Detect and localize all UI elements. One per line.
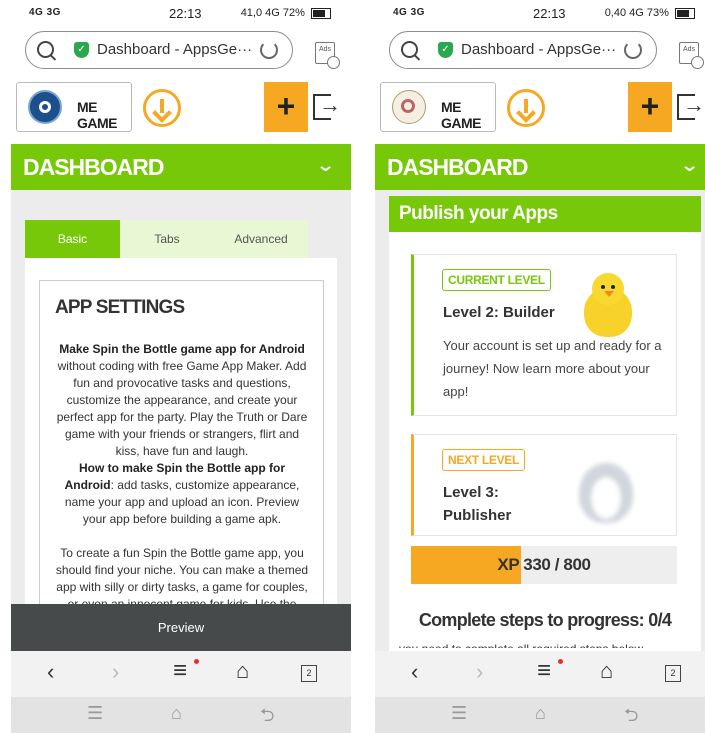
status-time: 22:13	[533, 6, 566, 21]
menu-icon[interactable]: ≡	[537, 657, 551, 685]
tab-tabs[interactable]: Tabs	[120, 220, 214, 258]
logo-text: ME GAME	[441, 99, 482, 131]
home-icon[interactable]: ⌂	[236, 658, 249, 684]
back-icon[interactable]: ‹	[47, 659, 54, 685]
publish-apps-title: Publish your Apps	[389, 196, 701, 232]
shield-icon: ✓	[74, 42, 89, 58]
search-icon	[37, 41, 54, 58]
back-system-icon[interactable]: ⮌	[260, 703, 274, 733]
app-settings-heading: APP SETTINGS	[55, 297, 185, 318]
signal-indicator: 4G 3G	[29, 7, 61, 18]
tab-count-icon[interactable]: 2	[301, 665, 317, 682]
dashboard-bar[interactable]: DASHBOARD ⌄	[375, 144, 705, 190]
next-level-name: Level 3: Publisher	[443, 484, 512, 524]
battery-icon	[311, 7, 331, 19]
signal-indicator: 4G 3G	[393, 7, 425, 18]
add-app-button[interactable]: +	[264, 82, 308, 132]
back-system-icon[interactable]: ⮌	[624, 703, 638, 733]
settings-panel: APP SETTINGS Make Spin the Bottle game a…	[25, 258, 337, 660]
app-header: ME GAME +	[11, 74, 351, 144]
ads-block-icon[interactable]: Ads	[315, 42, 340, 69]
tab-advanced[interactable]: Advanced	[214, 220, 308, 258]
net-speed: 41,0	[240, 7, 263, 19]
app-logo[interactable]: ME GAME	[16, 82, 132, 132]
app-header: ME GAME +	[375, 74, 705, 144]
browser-url-bar: ✓ Dashboard - AppsGe··· Ads	[375, 28, 705, 74]
next-level-badge: NEXT LEVEL	[442, 449, 526, 471]
chevron-down-icon[interactable]: ⌄	[316, 155, 336, 176]
battery-icon	[675, 7, 695, 19]
preview-button[interactable]: Preview	[11, 604, 351, 651]
penguin-icon	[579, 455, 633, 523]
battery-percent: 72%	[282, 7, 305, 19]
reload-icon[interactable]	[624, 41, 642, 59]
seal-logo-icon	[392, 90, 426, 124]
tab-basic[interactable]: Basic	[25, 220, 120, 258]
url-text: Dashboard - AppsGe···	[97, 41, 253, 58]
chick-icon	[576, 269, 640, 341]
logo-text: ME GAME	[77, 99, 118, 131]
browser-bottom-nav: ‹ › ≡ ⌂ 2	[11, 651, 351, 697]
ads-block-icon[interactable]: Ads	[679, 42, 704, 69]
download-icon[interactable]	[507, 89, 545, 127]
chevron-down-icon[interactable]: ⌄	[680, 155, 700, 176]
notification-dot	[558, 659, 563, 664]
settings-tabs: Basic Tabs Advanced	[25, 220, 308, 258]
search-icon	[401, 41, 418, 58]
system-nav-bar: ☰ ⌂ ⮌	[375, 697, 705, 733]
dashboard-title: DASHBOARD	[387, 154, 528, 180]
battery-percent: 73%	[646, 7, 669, 19]
forward-icon[interactable]: ›	[112, 659, 119, 685]
status-time: 22:13	[169, 6, 202, 21]
xp-progress-bar: XP 330 / 800	[411, 546, 677, 584]
logout-icon[interactable]	[313, 92, 341, 120]
app-logo[interactable]: ME GAME	[380, 82, 496, 132]
forward-icon[interactable]: ›	[476, 659, 483, 685]
add-app-button[interactable]: +	[628, 82, 672, 132]
status-bar: 4G 3G 22:13 41,0 4G 72%	[11, 0, 351, 28]
next-level-card: NEXT LEVEL Level 3: Publisher	[411, 434, 677, 536]
publish-apps-panel: Publish your Apps CURRENT LEVEL Level 2:…	[389, 196, 701, 666]
steps-progress-heading: Complete steps to progress: 0/4	[418, 610, 672, 630]
xp-progress-text: XP 330 / 800	[497, 555, 591, 574]
tab-count-icon[interactable]: 2	[665, 665, 681, 682]
left-phone-screen: 4G 3G 22:13 41,0 4G 72% ✓ Dashboard - Ap…	[11, 0, 351, 733]
browser-url-bar: ✓ Dashboard - AppsGe··· Ads	[11, 28, 351, 74]
logout-icon[interactable]	[677, 92, 705, 120]
net-speed: 0,40	[604, 7, 627, 19]
current-level-description: Your account is set up and ready for a j…	[443, 338, 662, 399]
dashboard-title: DASHBOARD	[23, 154, 164, 180]
back-icon[interactable]: ‹	[411, 659, 418, 685]
current-level-badge: CURRENT LEVEL	[442, 269, 551, 291]
home-system-icon[interactable]: ⌂	[535, 703, 546, 724]
current-level-card: CURRENT LEVEL Level 2: Builder Your acco…	[411, 254, 677, 416]
recent-apps-icon[interactable]: ☰	[451, 703, 467, 724]
url-text: Dashboard - AppsGe···	[461, 41, 617, 58]
shield-icon: ✓	[438, 42, 453, 58]
notification-dot	[194, 659, 199, 664]
address-field[interactable]: ✓ Dashboard - AppsGe···	[25, 31, 293, 69]
address-field[interactable]: ✓ Dashboard - AppsGe···	[389, 31, 657, 69]
browser-bottom-nav: ‹ › ≡ ⌂ 2	[375, 651, 705, 697]
home-system-icon[interactable]: ⌂	[171, 703, 182, 724]
home-icon[interactable]: ⌂	[600, 658, 613, 684]
current-level-name: Level 2: Builder	[443, 304, 555, 321]
recent-apps-icon[interactable]: ☰	[87, 703, 103, 724]
download-icon[interactable]	[143, 89, 181, 127]
gear-logo-icon	[28, 90, 62, 124]
menu-icon[interactable]: ≡	[173, 657, 187, 685]
reload-icon[interactable]	[260, 41, 278, 59]
status-bar: 4G 3G 22:13 0,40 4G 73%	[375, 0, 705, 28]
app-settings-card: APP SETTINGS Make Spin the Bottle game a…	[39, 280, 324, 660]
right-phone-screen: 4G 3G 22:13 0,40 4G 73% ✓ Dashboard - Ap…	[375, 0, 705, 733]
system-nav-bar: ☰ ⌂ ⮌	[11, 697, 351, 733]
dashboard-bar[interactable]: DASHBOARD ⌄	[11, 144, 351, 190]
steps-hint-text: you need to complete all required steps …	[399, 642, 699, 648]
